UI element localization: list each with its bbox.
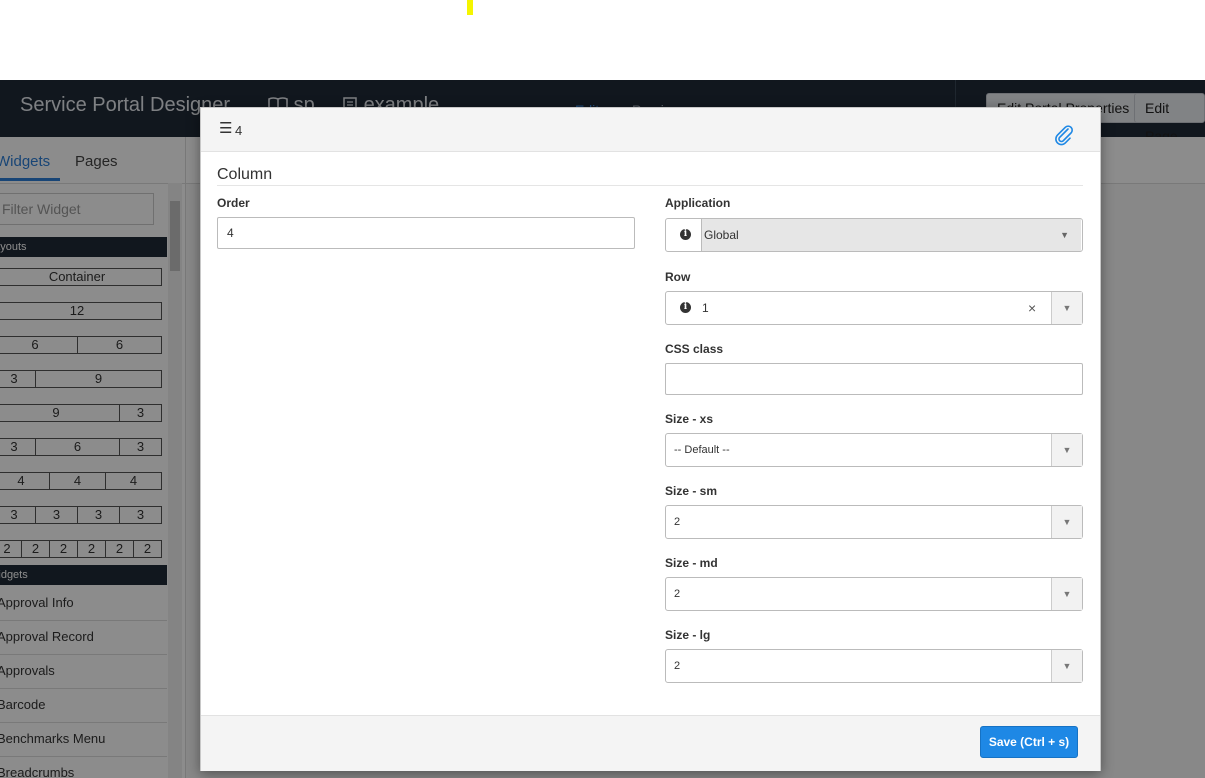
size-md-select[interactable]: 2 ▼	[665, 577, 1083, 611]
size-lg-label: Size - lg	[665, 628, 711, 642]
size-xs-label: Size - xs	[665, 412, 714, 426]
size-sm-label: Size - sm	[665, 484, 718, 498]
section-divider	[217, 185, 1083, 186]
css-class-label: CSS class	[665, 342, 724, 356]
size-lg-select[interactable]: 2 ▼	[665, 649, 1083, 683]
application-label: Application	[665, 196, 731, 210]
list-icon: ☰	[219, 120, 233, 137]
chevron-down-icon[interactable]: ▼	[1051, 292, 1082, 324]
record-id: 4	[235, 123, 243, 138]
size-xs-value: -- Default --	[674, 444, 730, 456]
size-sm-select[interactable]: 2 ▼	[665, 505, 1083, 539]
chevron-down-icon: ▼	[1051, 506, 1082, 538]
paperclip-icon[interactable]	[1053, 124, 1075, 151]
size-md-label: Size - md	[665, 556, 718, 570]
row-label: Row	[665, 270, 691, 284]
info-icon[interactable]: i	[680, 229, 691, 240]
info-icon[interactable]: i	[680, 302, 691, 313]
chevron-down-icon: ▼	[1051, 434, 1082, 466]
modal-header: ☰ 4	[201, 108, 1100, 152]
application-select[interactable]: Global ▼	[701, 219, 1081, 251]
row-value: 1	[702, 301, 709, 315]
order-input[interactable]: 4	[217, 217, 635, 249]
chevron-down-icon: ▼	[1060, 230, 1069, 240]
order-label: Order	[217, 196, 250, 210]
application-field[interactable]: i Global ▼	[665, 218, 1083, 252]
row-field[interactable]: i 1 × ▼	[665, 291, 1083, 325]
application-value: Global	[704, 228, 739, 242]
save-button[interactable]: Save (Ctrl + s)	[980, 726, 1078, 758]
size-md-value: 2	[674, 588, 681, 600]
clear-icon[interactable]: ×	[1028, 292, 1036, 324]
css-class-input[interactable]	[665, 363, 1083, 395]
yellow-marker	[467, 0, 473, 15]
size-lg-value: 2	[674, 660, 681, 672]
section-title: Column	[217, 166, 273, 183]
chevron-down-icon: ▼	[1051, 578, 1082, 610]
column-modal: ☰ 4 Column Order 4 Application i Global …	[200, 107, 1101, 771]
size-xs-select[interactable]: -- Default -- ▼	[665, 433, 1083, 467]
chevron-down-icon: ▼	[1051, 650, 1082, 682]
modal-footer: Save (Ctrl + s)	[201, 715, 1100, 771]
size-sm-value: 2	[674, 516, 681, 528]
